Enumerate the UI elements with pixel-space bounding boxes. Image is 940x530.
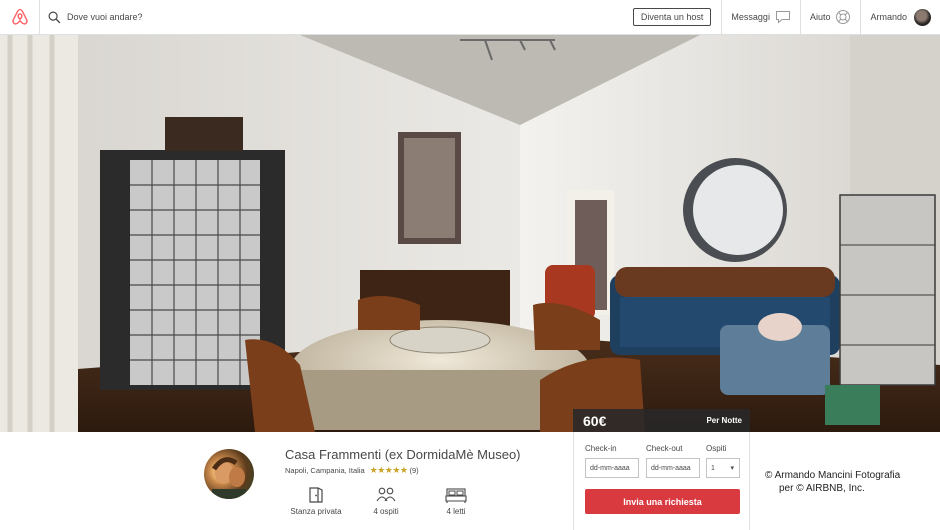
amenity-label: Stanza privata [290, 507, 342, 516]
listing-location[interactable]: Napoli, Campania, Italia [285, 466, 365, 475]
guests-icon [376, 487, 396, 502]
credit-line-2: per © AIRBNB, Inc. [779, 483, 865, 494]
user-name: Armando [870, 12, 907, 22]
location-rating-row: Napoli, Campania, Italia ★★★★★ (9) [285, 465, 419, 476]
photo-credit: © Armando Mancini Fotografia per © AIRBN… [765, 469, 900, 495]
price-banner: 60€ Per Notte [573, 409, 750, 432]
amenity-room-type: Stanza privata [286, 486, 346, 516]
host-avatar[interactable] [204, 449, 254, 499]
amenity-label: 4 ospiti [373, 507, 399, 516]
messages-label: Messaggi [731, 12, 770, 22]
search-icon [48, 11, 61, 23]
credit-line-1: © Armando Mancini Fotografia [765, 470, 901, 481]
living-room-photo [0, 35, 940, 432]
airbnb-logo-icon[interactable] [0, 0, 40, 35]
guests-value: 1 [711, 464, 715, 472]
price-unit: Per Notte [706, 416, 742, 425]
checkout-label: Check-out [646, 444, 683, 453]
user-avatar [914, 8, 931, 26]
lifebuoy-icon [836, 10, 851, 24]
user-menu[interactable]: Armando [861, 0, 940, 35]
amenity-beds: 4 letti [426, 486, 486, 516]
checkin-label: Check-in [585, 444, 617, 453]
amenity-label: 4 letti [446, 507, 466, 516]
price-value: 60€ [583, 412, 607, 429]
send-request-button[interactable]: Invia una richiesta [585, 489, 740, 514]
listing-title: Casa Frammenti (ex DormidaMè Museo) [285, 447, 521, 462]
listing-summary: Casa Frammenti (ex DormidaMè Museo) Napo… [0, 432, 940, 530]
guests-label: Ospiti [706, 444, 727, 453]
messages-link[interactable]: Messaggi [722, 0, 800, 35]
booking-panel: Check-in dd-mm-aaaa Check-out dd-mm-aaaa… [573, 432, 750, 530]
help-link[interactable]: Aiuto [801, 0, 861, 35]
amenity-guests: 4 ospiti [356, 486, 416, 516]
review-count[interactable]: (9) [409, 466, 418, 475]
help-label: Aiuto [809, 12, 831, 22]
rating-stars: ★★★★★ [369, 465, 408, 475]
checkout-field[interactable]: dd-mm-aaaa [646, 458, 700, 478]
guests-select[interactable]: 1 ▾ [706, 458, 740, 478]
chevron-down-icon: ▾ [730, 465, 734, 472]
checkout-placeholder: dd-mm-aaaa [651, 464, 691, 472]
checkin-field[interactable]: dd-mm-aaaa [585, 458, 639, 478]
checkin-placeholder: dd-mm-aaaa [590, 464, 630, 472]
search-input[interactable]: Dove vuoi andare? [67, 12, 143, 22]
listing-hero-photo[interactable]: 60€ Per Notte [0, 35, 940, 432]
bed-icon [445, 488, 467, 503]
door-icon [309, 487, 323, 503]
become-host-button[interactable]: Diventa un host [632, 8, 712, 26]
top-navigation-bar: Dove vuoi andare? Diventa un host Messag… [0, 0, 940, 35]
chat-bubble-icon [775, 11, 790, 24]
search-bar[interactable]: Dove vuoi andare? [40, 0, 633, 35]
